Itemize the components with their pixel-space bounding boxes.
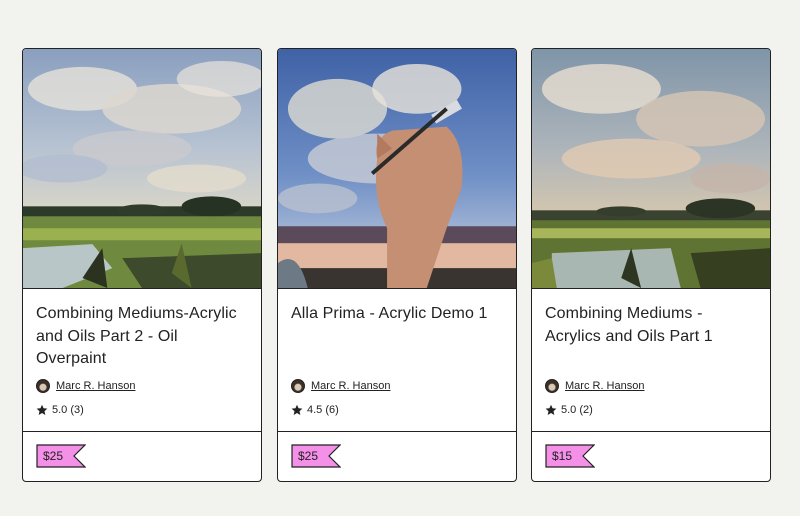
author-name[interactable]: Marc R. Hanson	[56, 380, 135, 392]
course-thumbnail[interactable]	[278, 49, 516, 289]
course-title[interactable]: Combining Mediums - Acrylics and Oils Pa…	[545, 303, 760, 348]
star-icon	[36, 404, 48, 416]
author-link[interactable]: Marc R. Hanson	[545, 379, 644, 393]
card-divider	[23, 431, 261, 432]
author-avatar	[291, 379, 305, 393]
card-divider	[278, 431, 516, 432]
painting-demo-image	[278, 49, 516, 288]
star-icon	[545, 404, 557, 416]
rating-text: 4.5 (6)	[307, 404, 339, 416]
rating-text: 5.0 (3)	[52, 404, 84, 416]
author-link[interactable]: Marc R. Hanson	[291, 379, 390, 393]
rating: 5.0 (3)	[36, 404, 84, 416]
course-card[interactable]: Alla Prima - Acrylic Demo 1 Marc R. Hans…	[277, 48, 517, 482]
author-link[interactable]: Marc R. Hanson	[36, 379, 135, 393]
course-card[interactable]: Combining Mediums-Acrylic and Oils Part …	[22, 48, 262, 482]
card-divider	[532, 431, 770, 432]
landscape-painting-image	[532, 49, 770, 288]
star-icon	[291, 404, 303, 416]
course-thumbnail[interactable]	[532, 49, 770, 289]
course-title[interactable]: Combining Mediums-Acrylic and Oils Part …	[36, 303, 251, 371]
author-avatar	[36, 379, 50, 393]
price: $25	[43, 449, 64, 463]
price: $25	[298, 449, 319, 463]
rating-text: 5.0 (2)	[561, 404, 593, 416]
landscape-painting-image	[23, 49, 261, 288]
course-thumbnail[interactable]	[23, 49, 261, 289]
price: $15	[552, 449, 573, 463]
course-card[interactable]: Combining Mediums - Acrylics and Oils Pa…	[531, 48, 771, 482]
course-title[interactable]: Alla Prima - Acrylic Demo 1	[291, 303, 506, 326]
author-avatar	[545, 379, 559, 393]
rating: 5.0 (2)	[545, 404, 593, 416]
author-name[interactable]: Marc R. Hanson	[565, 380, 644, 392]
author-name[interactable]: Marc R. Hanson	[311, 380, 390, 392]
rating: 4.5 (6)	[291, 404, 339, 416]
